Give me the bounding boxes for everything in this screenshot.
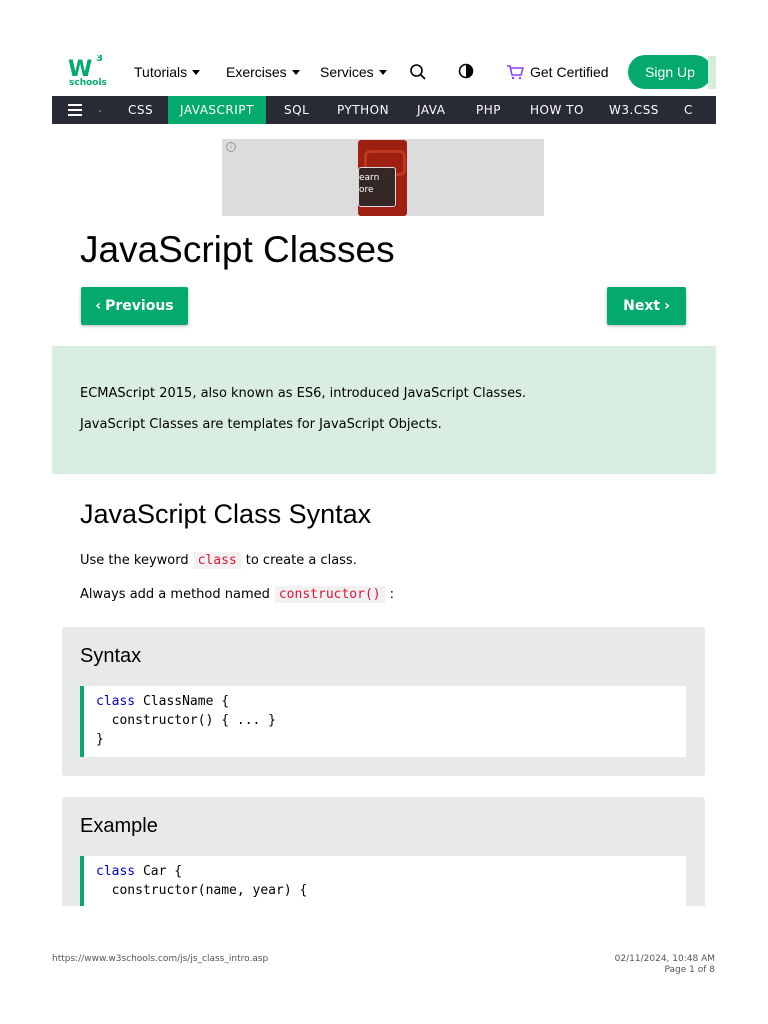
nav-services-label: Services xyxy=(320,64,374,80)
category-nav: . CSS JAVASCRIPT SQL PYTHON JAVA PHP HOW… xyxy=(52,96,716,124)
cat-java[interactable]: JAVA xyxy=(417,96,445,124)
cat-c[interactable]: C xyxy=(684,96,693,124)
syntax-box-heading: Syntax xyxy=(80,645,142,667)
example-code-block[interactable]: class Car { constructor(name, year) { xyxy=(80,856,686,906)
code-text: constructor(name, year) { xyxy=(96,883,308,898)
ad-button-text: earn ore xyxy=(359,173,380,195)
code-line: } xyxy=(96,730,686,749)
chevron-left-icon: ‹ xyxy=(95,298,102,314)
code-keyword: class xyxy=(96,694,136,709)
search-icon[interactable] xyxy=(409,63,427,81)
code-text: ClassName { xyxy=(135,694,230,709)
advertisement[interactable]: i earn ore xyxy=(222,139,544,216)
intro-line-1: ECMAScript 2015, also known as ES6, intr… xyxy=(80,386,527,401)
code-text: Car { xyxy=(135,864,183,879)
footer-page-number: Page 1 of 8 xyxy=(664,965,716,975)
section-heading: JavaScript Class Syntax xyxy=(80,499,372,529)
p1-before: Use the keyword xyxy=(80,553,189,568)
p2-after: : xyxy=(389,587,394,602)
cat-python[interactable]: PYTHON xyxy=(337,96,389,124)
cat-w3css[interactable]: W3.CSS xyxy=(609,96,659,124)
inline-code-class: class xyxy=(193,552,241,569)
syntax-box: Syntax class ClassName { constructor() {… xyxy=(62,627,705,776)
syntax-code-block[interactable]: class ClassName { constructor() { ... }} xyxy=(80,686,686,757)
code-text: constructor() { ... } xyxy=(96,713,277,728)
hamburger-icon[interactable] xyxy=(68,104,82,116)
cat-javascript[interactable]: JAVASCRIPT xyxy=(168,96,266,124)
intro-line-2: JavaScript Classes are templates for Jav… xyxy=(80,417,442,432)
p2-before: Always add a method named xyxy=(80,587,270,602)
ad-learn-more-button[interactable]: earn ore xyxy=(358,167,396,207)
previous-button[interactable]: ‹ Previous xyxy=(81,287,188,325)
nav-separator: . xyxy=(98,101,102,115)
code-text: } xyxy=(96,732,104,747)
paragraph-constructor: Always add a method named constructor() … xyxy=(80,586,394,603)
ad-info-icon[interactable]: i xyxy=(226,142,236,152)
cat-howto[interactable]: HOW TO xyxy=(530,96,584,124)
next-label: Next xyxy=(623,298,661,314)
p1-after: to create a class. xyxy=(245,553,357,568)
nav-tutorials-label: Tutorials xyxy=(134,64,188,80)
nav-exercises-label: Exercises xyxy=(226,64,287,80)
nav-services[interactable]: Services xyxy=(320,64,387,80)
next-button[interactable]: Next › xyxy=(607,287,686,325)
contrast-icon[interactable] xyxy=(457,63,475,81)
intro-panel: ECMAScript 2015, also known as ES6, intr… xyxy=(52,346,716,474)
code-keyword: class xyxy=(96,864,136,879)
caret-down-icon xyxy=(192,69,201,75)
footer-url: https://www.w3schools.com/js/js_class_in… xyxy=(52,954,269,964)
cat-sql[interactable]: SQL xyxy=(284,96,309,124)
example-box: Example class Car { constructor(name, ye… xyxy=(62,797,705,906)
example-box-heading: Example xyxy=(80,815,158,837)
cart-icon xyxy=(507,65,524,80)
code-line: class ClassName { xyxy=(96,692,686,711)
get-certified-link[interactable]: Get Certified xyxy=(506,64,609,80)
page-title: JavaScript Classes xyxy=(80,229,395,270)
header-edge xyxy=(708,56,716,89)
cat-php[interactable]: PHP xyxy=(476,96,501,124)
inline-code-constructor: constructor() xyxy=(274,586,385,603)
page: W 3 schools Tutorials Exercises Services… xyxy=(52,55,716,906)
chevron-right-icon: › xyxy=(664,298,670,314)
nav-exercises[interactable]: Exercises xyxy=(226,64,300,80)
paragraph-keyword: Use the keyword class to create a class. xyxy=(80,552,357,569)
caret-down-icon xyxy=(291,69,300,75)
footer-date: 02/11/2024, 10:48 AM xyxy=(614,954,715,964)
code-line: constructor() { ... } xyxy=(96,711,686,730)
sign-up-button[interactable]: Sign Up xyxy=(628,55,712,89)
w3schools-logo[interactable]: W 3 schools xyxy=(66,55,107,89)
logo-sub: schools xyxy=(69,78,107,88)
top-header: W 3 schools Tutorials Exercises Services… xyxy=(52,55,716,96)
cat-css[interactable]: CSS xyxy=(128,96,153,124)
nav-tutorials[interactable]: Tutorials xyxy=(134,64,201,80)
caret-down-icon xyxy=(378,69,387,75)
previous-label: Previous xyxy=(105,298,174,314)
code-line: class Car { xyxy=(96,862,686,881)
get-certified-label: Get Certified xyxy=(530,64,609,80)
code-line: constructor(name, year) { xyxy=(96,881,686,900)
logo-sup: 3 xyxy=(96,55,103,64)
